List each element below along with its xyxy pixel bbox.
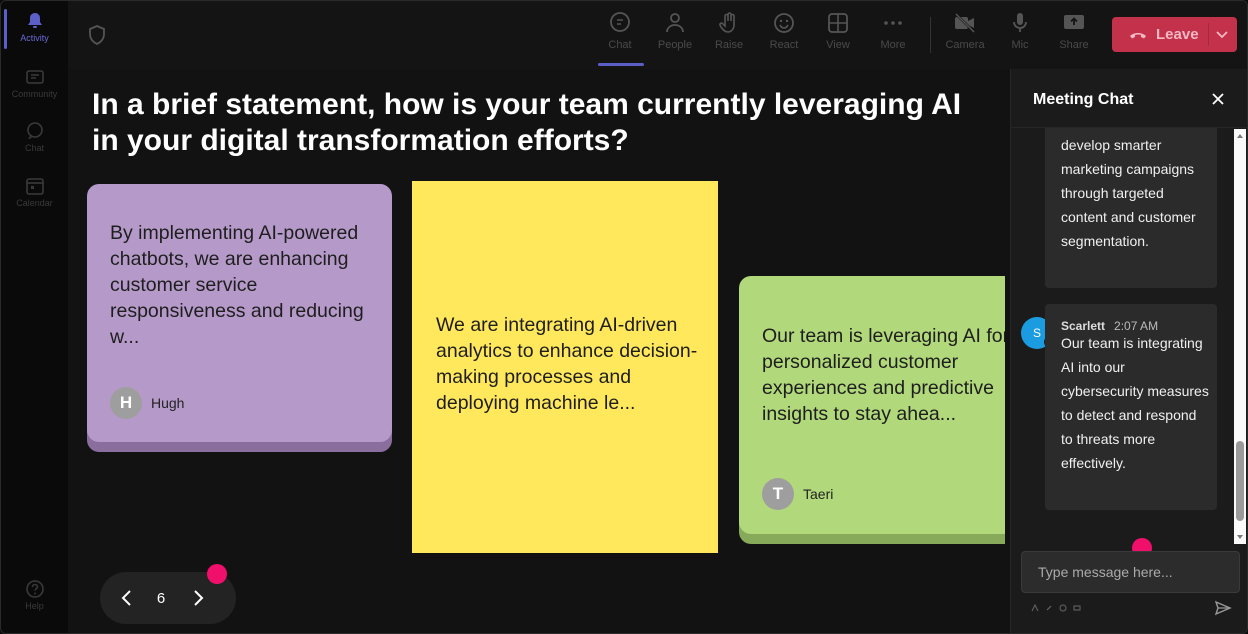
chevron-left-icon[interactable] (117, 588, 137, 608)
share-screen-icon (1064, 15, 1084, 29)
rail-label: Community (11, 89, 58, 99)
rail-label: Activity (20, 33, 49, 43)
leave-divider (1208, 23, 1209, 46)
chat-active-indicator (598, 63, 644, 66)
rail-label: Help (25, 601, 44, 611)
toolbar-label: Raise (714, 39, 744, 51)
close-icon[interactable] (1210, 91, 1226, 107)
rail-item-community[interactable]: Community (1, 67, 68, 99)
smiley-icon (774, 13, 794, 33)
rail-item-chat[interactable]: Chat (1, 121, 68, 153)
chevron-down-icon[interactable] (1214, 26, 1230, 42)
raise-hand-icon (719, 12, 735, 33)
gif-icon[interactable] (1073, 604, 1081, 612)
message-text: Our team is integrating AI into our cybe… (1061, 335, 1209, 471)
community-icon (25, 70, 44, 84)
card-text: Our team is leveraging AI for personaliz… (762, 325, 1005, 425)
toolbar-mic-button[interactable]: Mic (995, 11, 1045, 51)
card-author: T Taeri (762, 478, 833, 510)
toolbar-share-button[interactable]: Share (1049, 11, 1099, 51)
toolbar-label: View (826, 39, 850, 51)
toolbar-react-button[interactable]: React (759, 11, 809, 51)
chevron-right-icon[interactable] (188, 588, 208, 608)
chat-icon (26, 122, 43, 139)
chat-message-input[interactable]: Type message here... (1021, 551, 1240, 593)
toolbar-people-button[interactable]: People (650, 11, 700, 51)
leave-button[interactable]: Leave (1112, 17, 1237, 52)
toolbar-camera-button[interactable]: Camera (940, 11, 990, 51)
card-text-clip: Our team is leveraging AI for personaliz… (739, 276, 1005, 534)
click-marker (207, 564, 227, 584)
toolbar-raise-button[interactable]: Raise (704, 11, 754, 51)
card-text: By implementing AI-powered chatbots, we … (110, 222, 364, 348)
rail-label: Calendar (16, 198, 53, 208)
response-card[interactable]: We are integrating AI-driven analytics t… (412, 181, 718, 553)
format-icon[interactable] (1031, 604, 1039, 612)
avatar: H (110, 387, 142, 419)
chat-format-tools (1031, 604, 1081, 612)
more-icon (884, 21, 902, 25)
leave-label: Leave (1156, 26, 1199, 43)
chat-title: Meeting Chat (1033, 91, 1134, 108)
avatar: T (762, 478, 794, 510)
help-icon (25, 580, 44, 598)
response-card[interactable]: By implementing AI-powered chatbots, we … (87, 184, 392, 452)
rail-item-calendar[interactable]: Calendar (1, 176, 68, 208)
left-rail: Activity Community Chat Calendar Help (1, 1, 68, 633)
meeting-chat-panel: Meeting Chat develop smarter marketing c… (1010, 69, 1247, 633)
toolbar-label: Mic (1011, 39, 1029, 51)
calendar-icon (25, 178, 44, 195)
toolbar-label: Share (1059, 39, 1089, 51)
shield-icon[interactable] (88, 25, 106, 45)
send-icon[interactable] (1214, 599, 1232, 617)
chat-scrollbar[interactable] (1234, 129, 1246, 544)
rail-item-activity[interactable]: Activity (1, 11, 68, 43)
toolbar-view-button[interactable]: View (813, 11, 863, 51)
emoji-icon[interactable] (1059, 604, 1067, 612)
author-name: Hugh (151, 395, 185, 411)
scrollbar-thumb[interactable] (1236, 441, 1244, 521)
rail-item-help[interactable]: Help (1, 579, 68, 611)
bell-icon (27, 13, 42, 28)
toolbar-label: Chat (608, 39, 632, 51)
people-icon (666, 13, 684, 33)
chat-message: develop smarter marketing campaigns thro… (1045, 128, 1217, 288)
toolbar-label: React (769, 39, 799, 51)
question-title: In a brief statement, how is your team c… (92, 88, 962, 157)
toolbar-separator (930, 17, 931, 53)
meeting-window: Activity Community Chat Calendar Help Ch… (0, 0, 1248, 634)
toolbar-label: People (657, 39, 693, 51)
camera-off-icon (955, 13, 975, 33)
toolbar-more-button[interactable]: More (868, 11, 918, 51)
hang-up-icon (1130, 32, 1146, 38)
grid-view-icon (828, 13, 848, 33)
card-text: We are integrating AI-driven analytics t… (436, 314, 698, 414)
attach-icon[interactable] (1045, 604, 1053, 612)
toolbar-label: More (880, 39, 906, 51)
chat-message: Scarlett 2:07 AM Our team is integrating … (1045, 304, 1217, 510)
toolbar-chat-button[interactable]: Chat (595, 11, 645, 51)
rail-label: Chat (24, 143, 44, 153)
scroll-up-icon[interactable] (1236, 132, 1244, 140)
response-card[interactable]: Our team is leveraging AI for personaliz… (739, 276, 1005, 544)
scroll-down-icon[interactable] (1236, 533, 1244, 541)
author-name: Taeri (803, 486, 834, 502)
toolbar-label: Camera (945, 39, 985, 51)
chat-icon (610, 12, 630, 32)
meeting-toolbar: Chat People Raise React View More Camera (68, 1, 1247, 69)
page-number: 6 (156, 589, 166, 607)
microphone-icon (1013, 13, 1027, 32)
message-text: develop smarter marketing campaigns thro… (1061, 137, 1196, 249)
card-author: H Hugh (110, 387, 184, 419)
